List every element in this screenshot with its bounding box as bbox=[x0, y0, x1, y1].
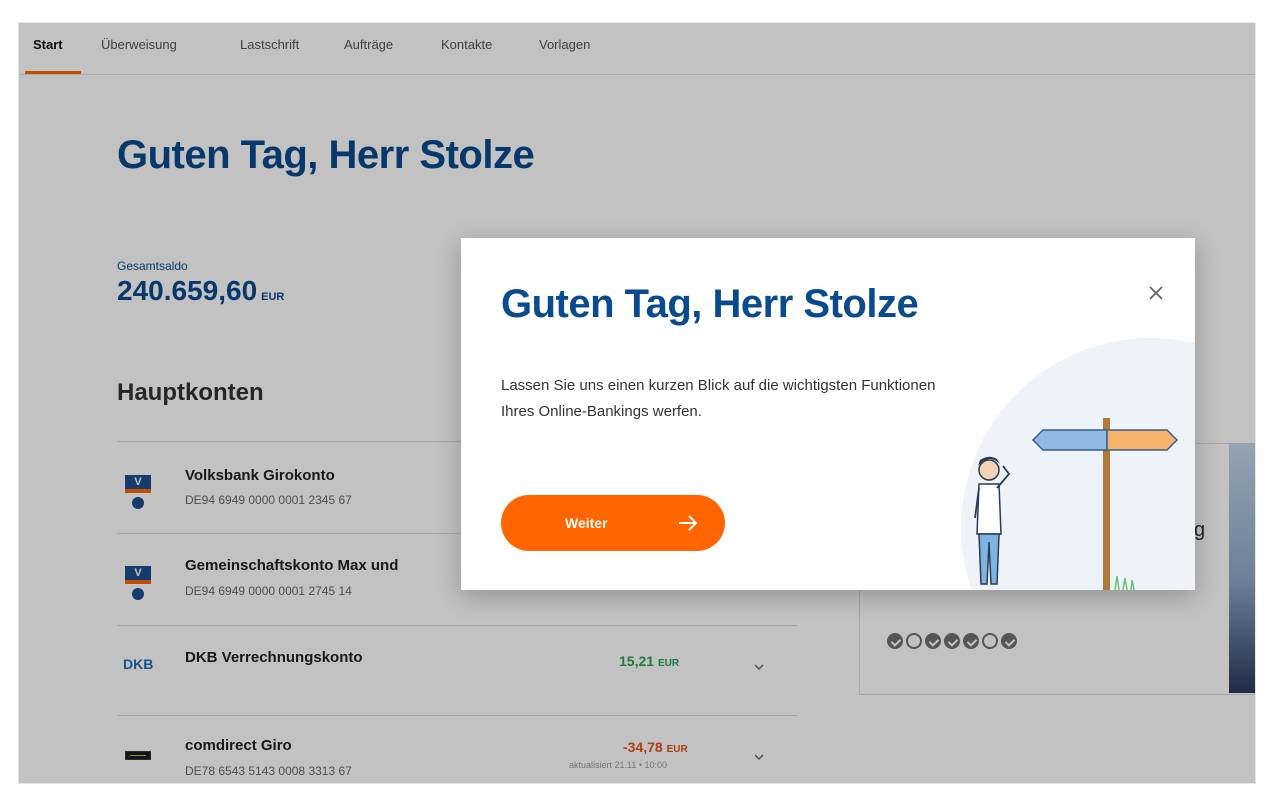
arrow-right-icon bbox=[679, 515, 698, 531]
modal-title: Guten Tag, Herr Stolze bbox=[501, 282, 919, 326]
continue-button[interactable]: Weiter bbox=[501, 495, 725, 551]
welcome-modal: Guten Tag, Herr Stolze Lassen Sie uns ei… bbox=[461, 238, 1195, 590]
app-window: Start Überweisung Lastschrift Aufträge K… bbox=[18, 22, 1256, 784]
signpost-illustration bbox=[961, 338, 1195, 590]
close-icon[interactable] bbox=[1145, 282, 1167, 304]
modal-description: Lassen Sie uns einen kurzen Blick auf di… bbox=[501, 377, 936, 420]
continue-button-label: Weiter bbox=[565, 515, 608, 531]
